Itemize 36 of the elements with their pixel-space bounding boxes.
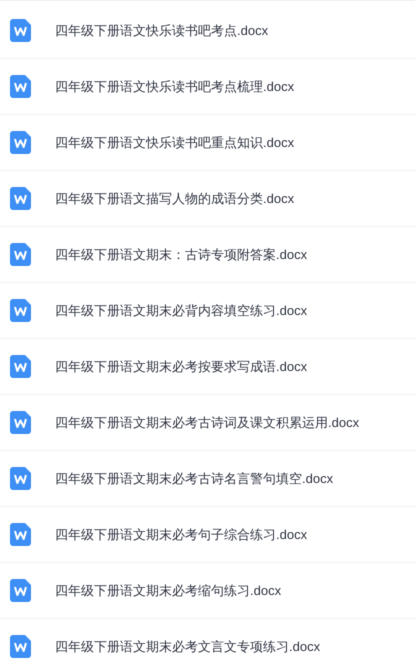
word-document-icon bbox=[10, 131, 31, 154]
file-row[interactable]: 四年级下册语文快乐读书吧考点.docx bbox=[0, 3, 415, 59]
word-document-icon bbox=[10, 411, 31, 434]
word-document-icon bbox=[10, 635, 31, 658]
file-row[interactable]: 四年级下册语文快乐读书吧重点知识.docx bbox=[0, 115, 415, 171]
file-name: 四年级下册语文期末必考文言文专项练习.docx bbox=[55, 638, 320, 656]
file-row[interactable]: 四年级下册语文期末：古诗专项附答案.docx bbox=[0, 227, 415, 283]
file-name: 四年级下册语文期末必考按要求写成语.docx bbox=[55, 358, 308, 376]
file-row[interactable]: 四年级下册语文期末必考按要求写成语.docx bbox=[0, 339, 415, 395]
file-row[interactable]: 四年级下册语文期末必考文言文专项练习.docx bbox=[0, 619, 415, 665]
word-document-icon bbox=[10, 75, 31, 98]
file-row[interactable]: 四年级下册语文期末必考句子综合练习.docx bbox=[0, 507, 415, 563]
word-document-icon bbox=[10, 467, 31, 490]
word-document-icon bbox=[10, 355, 31, 378]
file-row[interactable]: 四年级下册语文期末必考古诗名言警句填空.docx bbox=[0, 451, 415, 507]
file-row[interactable]: 四年级下册语文期末必考古诗词及课文积累运用.docx bbox=[0, 395, 415, 451]
file-name: 四年级下册语文期末必背内容填空练习.docx bbox=[55, 302, 308, 320]
word-document-icon bbox=[10, 243, 31, 266]
word-document-icon bbox=[10, 523, 31, 546]
file-name: 四年级下册语文期末：古诗专项附答案.docx bbox=[55, 246, 308, 264]
word-document-icon bbox=[10, 19, 31, 42]
file-row[interactable]: 四年级下册语文描写人物的成语分类.docx bbox=[0, 171, 415, 227]
file-name: 四年级下册语文快乐读书吧考点梳理.docx bbox=[55, 78, 294, 96]
file-row[interactable]: 四年级下册语文快乐读书吧考点梳理.docx bbox=[0, 59, 415, 115]
file-name: 四年级下册语文快乐读书吧考点.docx bbox=[55, 22, 268, 40]
file-row[interactable]: 四年级下册语文期末必考缩句练习.docx bbox=[0, 563, 415, 619]
word-document-icon bbox=[10, 187, 31, 210]
word-document-icon bbox=[10, 579, 31, 602]
file-name: 四年级下册语文期末必考缩句练习.docx bbox=[55, 582, 282, 600]
file-name: 四年级下册语文期末必考古诗名言警句填空.docx bbox=[55, 470, 334, 488]
file-name: 四年级下册语文快乐读书吧重点知识.docx bbox=[55, 134, 294, 152]
file-name: 四年级下册语文描写人物的成语分类.docx bbox=[55, 190, 294, 208]
word-document-icon bbox=[10, 299, 31, 322]
file-row[interactable]: 四年级下册语文期末必背内容填空练习.docx bbox=[0, 283, 415, 339]
file-name: 四年级下册语文期末必考句子综合练习.docx bbox=[55, 526, 308, 544]
file-name: 四年级下册语文期末必考古诗词及课文积累运用.docx bbox=[55, 414, 360, 432]
